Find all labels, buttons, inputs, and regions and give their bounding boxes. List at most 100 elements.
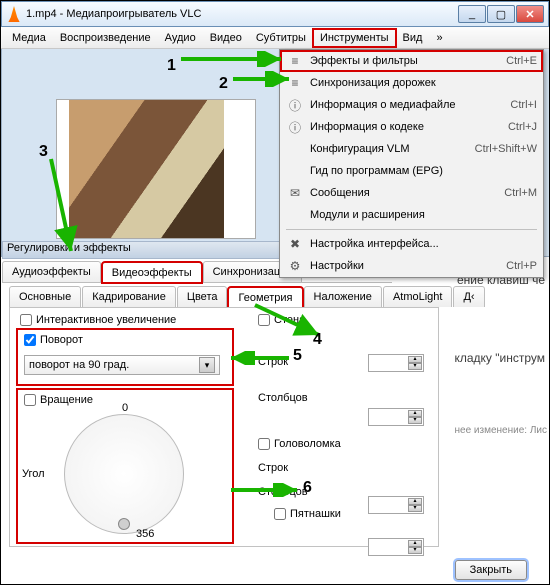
menu-item-shortcut: Ctrl+M	[504, 187, 537, 199]
tools-menu-item[interactable]: ≡Эффекты и фильтрыCtrl+E	[280, 50, 543, 72]
tools-menu-item[interactable]: ✖ Настройка интерфейса...	[280, 233, 543, 255]
menu-item-icon: ⓘ	[286, 96, 304, 114]
menu-playback[interactable]: Воспроизведение	[53, 29, 158, 47]
puzzle-label: Головоломка	[274, 438, 341, 450]
tools-dropdown: ≡Эффекты и фильтрыCtrl+E≡Синхронизация д…	[279, 49, 544, 278]
tools-menu-item[interactable]: ⚙ Настройки Ctrl+P	[280, 255, 543, 277]
maximize-button[interactable]: ▢	[487, 5, 515, 23]
menu-item-label: Настройки	[310, 260, 498, 272]
menu-item-label: Конфигурация VLM	[310, 143, 467, 155]
callout-3: 3	[39, 143, 48, 161]
rotation-dial[interactable]	[64, 414, 184, 534]
rotate-checkbox[interactable]	[24, 334, 36, 346]
rotation-label: Вращение	[40, 394, 93, 406]
spin-up-icon[interactable]: ▴	[408, 410, 422, 417]
geometry-panel: Интерактивное увеличение Стена Поворот п…	[9, 307, 439, 547]
menu-item-icon	[286, 162, 304, 180]
menu-item-icon	[286, 140, 304, 158]
menu-item-shortcut: Ctrl+J	[508, 121, 537, 133]
tab-audio-effects[interactable]: Аудиоэффекты	[2, 261, 101, 282]
menu-item-icon: ⚙	[286, 257, 304, 275]
rotate-combo[interactable]: поворот на 90 град. ▾	[24, 355, 220, 375]
puzzle-checkbox[interactable]	[258, 438, 270, 450]
callout-2: 2	[219, 75, 228, 93]
bg-text: нее изменение: Лис	[455, 425, 548, 436]
menu-item-label: Синхронизация дорожек	[310, 77, 529, 89]
rotation-checkbox[interactable]	[24, 394, 36, 406]
menu-item-icon: ✖	[286, 235, 304, 253]
rotate-label: Поворот	[40, 334, 83, 346]
spin-down-icon[interactable]: ▾	[408, 363, 422, 370]
menu-media[interactable]: Медиа	[5, 29, 53, 47]
callout-1: 1	[167, 57, 176, 75]
menu-video[interactable]: Видео	[203, 29, 249, 47]
arrow-2	[229, 71, 297, 87]
dial-min: 0	[122, 402, 128, 414]
menu-item-icon: ✉	[286, 184, 304, 202]
tab-basic[interactable]: Основные	[9, 286, 81, 307]
fifteen-check[interactable]: Пятнашки	[274, 508, 341, 520]
chevron-down-icon[interactable]: ▾	[199, 357, 215, 373]
menu-item-shortcut: Ctrl+P	[506, 260, 537, 272]
spin-up-icon[interactable]: ▴	[408, 356, 422, 363]
spin-up-icon[interactable]: ▴	[408, 498, 422, 505]
menu-item-shortcut: Ctrl+Shift+W	[475, 143, 537, 155]
angle-label: Угол	[22, 468, 45, 480]
fifteen-label: Пятнашки	[290, 508, 341, 520]
tools-menu-item[interactable]: Конфигурация VLM Ctrl+Shift+W	[280, 138, 543, 160]
menu-item-label: Информация о кодеке	[310, 121, 500, 133]
puzzle-rows-label: Строк	[258, 462, 288, 474]
spin-down-icon[interactable]: ▾	[408, 417, 422, 424]
spin-down-icon[interactable]: ▾	[408, 547, 422, 554]
fifteen-checkbox[interactable]	[274, 508, 286, 520]
interactive-zoom-checkbox[interactable]	[20, 314, 32, 326]
menu-item-label: Настройка интерфейса...	[310, 238, 529, 250]
menu-audio[interactable]: Аудио	[158, 29, 203, 47]
spin-down-icon[interactable]: ▾	[408, 505, 422, 512]
tools-menu-item[interactable]: ≡Синхронизация дорожек	[280, 72, 543, 94]
tab-atmolight[interactable]: AtmoLight	[383, 286, 453, 307]
tools-menu-item[interactable]: ✉ Сообщения Ctrl+M	[280, 182, 543, 204]
tools-menu-item[interactable]: Гид по программам (EPG)	[280, 160, 543, 182]
menu-overflow[interactable]: »	[429, 29, 449, 47]
menu-item-label: Модули и расширения	[310, 209, 529, 221]
interactive-zoom-label: Интерактивное увеличение	[36, 314, 176, 326]
menu-subtitles[interactable]: Субтитры	[249, 29, 313, 47]
tools-menu-item[interactable]: ⓘИнформация о медиафайлеCtrl+I	[280, 94, 543, 116]
tab-crop[interactable]: Кадрирование	[82, 286, 176, 307]
interactive-zoom-check[interactable]: Интерактивное увеличение	[20, 314, 176, 326]
vlc-icon	[6, 6, 22, 22]
callout-6: 6	[303, 479, 312, 497]
tab-video-effects[interactable]: Видеоэффекты	[102, 262, 202, 283]
close-button[interactable]: ✕	[516, 5, 544, 23]
tab-colors[interactable]: Цвета	[177, 286, 228, 307]
window-buttons: _ ▢ ✕	[458, 5, 544, 23]
callout-5: 5	[293, 347, 302, 365]
menu-tools[interactable]: Инструменты	[313, 29, 396, 47]
spin-up-icon[interactable]: ▴	[408, 540, 422, 547]
puzzle-check[interactable]: Головоломка	[258, 438, 341, 450]
menu-item-label: Сообщения	[310, 187, 496, 199]
rotate-check[interactable]: Поворот	[24, 334, 83, 346]
menu-item-shortcut: Ctrl+E	[506, 55, 537, 67]
wall-cols-label: Столбцов	[258, 392, 308, 404]
menu-item-shortcut: Ctrl+I	[510, 99, 537, 111]
arrow-5	[225, 351, 295, 365]
puzzle-cols-spin[interactable]: 4 ▴▾	[368, 538, 424, 556]
wall-cols-spin[interactable]: 3 ▴▾	[368, 408, 424, 426]
video-effects-tabs: Основные Кадрирование Цвета Геометрия На…	[9, 285, 439, 307]
video-thumbnail	[56, 99, 256, 239]
tools-menu-item[interactable]: ⓘ Информация о кодеке Ctrl+J	[280, 116, 543, 138]
rotation-check[interactable]: Вращение	[24, 394, 93, 406]
tools-menu-item[interactable]: Модули и расширения	[280, 204, 543, 226]
puzzle-rows-spin[interactable]: 4 ▴▾	[368, 496, 424, 514]
rotate-combo-value: поворот на 90 град.	[29, 359, 129, 371]
wall-rows-spin[interactable]: 3 ▴▾	[368, 354, 424, 372]
bg-text: кладку "инструм	[454, 351, 545, 365]
menu-view[interactable]: Вид	[396, 29, 430, 47]
menu-item-icon: ⓘ	[286, 118, 304, 136]
tab-more[interactable]: Д‹	[453, 286, 484, 307]
minimize-button[interactable]: _	[458, 5, 486, 23]
arrow-3	[41, 151, 81, 261]
dialog-close-button[interactable]: Закрыть	[455, 560, 527, 580]
